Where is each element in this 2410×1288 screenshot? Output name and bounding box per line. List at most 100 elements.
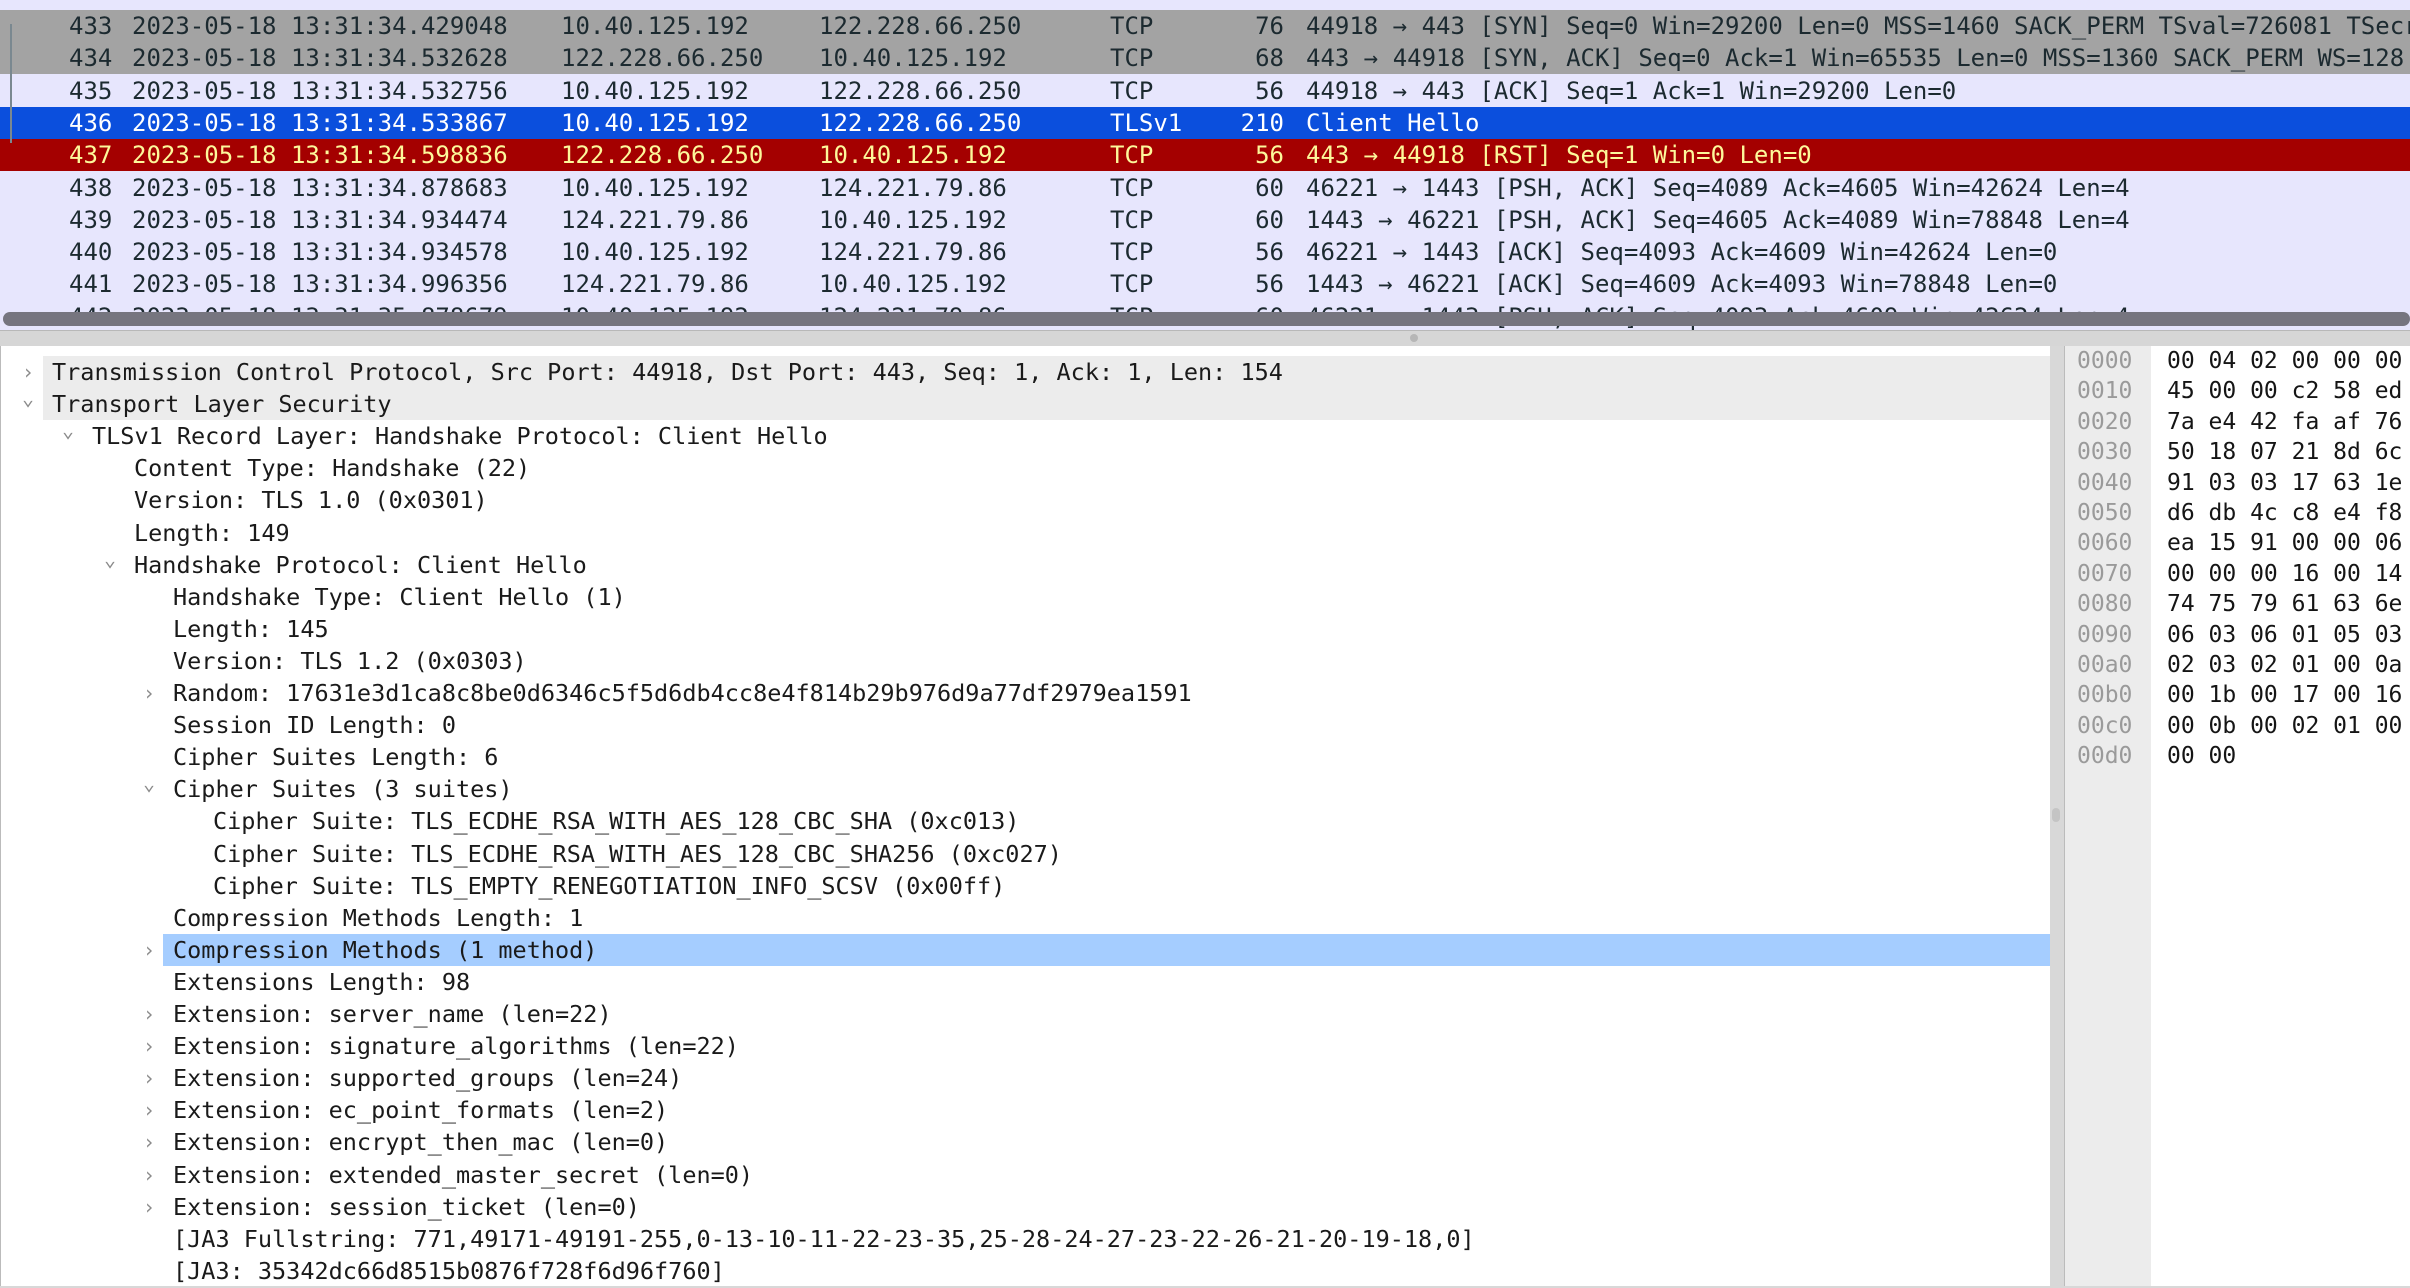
packet-row[interactable]: 441 2023-05-18 13:31:34.996356 124.221.79.…: [0, 268, 2410, 300]
tree-item[interactable]: Length: 149: [1, 517, 2050, 549]
hex-bytes[interactable]: 91 03 03 17 63 1e: [2167, 468, 2402, 498]
packet-list-scrollbar[interactable]: [3, 312, 2410, 326]
tree-item[interactable]: ⌄ Transport Layer Security: [1, 386, 2050, 421]
chevron-down-icon[interactable]: ⌄: [62, 414, 74, 446]
packet-details-pane[interactable]: › Transmission Control Protocol, Src Port…: [0, 346, 2050, 1286]
chevron-right-icon[interactable]: ›: [143, 677, 155, 709]
tree-item[interactable]: Compression Methods Length: 1: [1, 902, 2050, 934]
hex-bytes[interactable]: 00 1b 00 17 00 16: [2167, 680, 2402, 710]
hex-bytes[interactable]: 00 00 00 16 00 14: [2167, 559, 2402, 589]
tree-item[interactable]: [JA3: 35342dc66d8515b0876f728f6d96f760]: [1, 1255, 2050, 1286]
hex-offset: 0040: [2077, 469, 2133, 496]
hex-bytes[interactable]: 50 18 07 21 8d 6c: [2167, 437, 2402, 467]
tree-item[interactable]: › Extension: server_name (len=22): [1, 998, 2050, 1030]
tree-item[interactable]: Cipher Suite: TLS_ECDHE_RSA_WITH_AES_128…: [1, 838, 2050, 870]
packet-protocol: TCP: [1110, 238, 1154, 267]
tree-item[interactable]: ⌄ Handshake Protocol: Client Hello: [1, 547, 2050, 581]
packet-protocol: TCP: [1110, 141, 1154, 170]
packet-length: 76: [1255, 12, 1284, 40]
chevron-right-icon[interactable]: ›: [143, 1094, 155, 1126]
chevron-right-icon[interactable]: ›: [143, 1191, 155, 1223]
packet-row[interactable]: 439 2023-05-18 13:31:34.934474 124.221.79.…: [0, 204, 2410, 236]
tree-item[interactable]: › Extension: supported_groups (len=24): [1, 1062, 2050, 1094]
tree-item[interactable]: Length: 145: [1, 613, 2050, 645]
tree-item-label: Transport Layer Security: [52, 390, 392, 419]
packet-row[interactable]: 435 2023-05-18 13:31:34.532756 10.40.125.1…: [0, 75, 2410, 107]
packet-info: 1443 → 46221 [ACK] Seq=4609 Ack=4093 Win…: [1306, 270, 2058, 299]
tree-item[interactable]: [JA3 Fullstring: 771,49171-49191-255,0-1…: [1, 1223, 2050, 1255]
packet-row[interactable]: 440 2023-05-18 13:31:34.934578 10.40.125.1…: [0, 236, 2410, 268]
tree-item[interactable]: Version: TLS 1.2 (0x0303): [1, 645, 2050, 677]
tree-item-label: [JA3: 35342dc66d8515b0876f728f6d96f760]: [173, 1256, 725, 1285]
tree-item[interactable]: Cipher Suite: TLS_EMPTY_RENEGOTIATION_IN…: [1, 870, 2050, 902]
packet-protocol: TLSv1: [1110, 108, 1183, 137]
hex-offset: 0090: [2077, 621, 2133, 648]
chevron-right-icon[interactable]: ›: [143, 1126, 155, 1158]
details-scrollbar[interactable]: [2052, 808, 2060, 822]
hex-bytes[interactable]: 02 03 02 01 00 0a: [2167, 650, 2402, 680]
packet-row[interactable]: 437 2023-05-18 13:31:34.598836 122.228.66.…: [0, 139, 2410, 172]
packet-no: 441: [69, 270, 113, 299]
chevron-right-icon[interactable]: ›: [143, 1030, 155, 1062]
packet-length: 56: [1255, 270, 1284, 299]
packet-destination: 10.40.125.192: [819, 205, 1007, 234]
tree-item[interactable]: Version: TLS 1.0 (0x0301): [1, 484, 2050, 516]
tree-item[interactable]: › Extension: encrypt_then_mac (len=0): [1, 1126, 2050, 1158]
tree-item[interactable]: Extensions Length: 98: [1, 966, 2050, 998]
tree-item[interactable]: ⌄ Cipher Suites (3 suites): [1, 771, 2050, 805]
hex-bytes[interactable]: 06 03 06 01 05 03: [2167, 620, 2402, 650]
tree-item[interactable]: Session ID Length: 0: [1, 709, 2050, 741]
pane-splitter[interactable]: [0, 331, 2410, 346]
packet-protocol: TCP: [1110, 270, 1154, 299]
packet-row[interactable]: 438 2023-05-18 13:31:34.878683 10.40.125.1…: [0, 172, 2410, 204]
tree-item[interactable]: › Extension: ec_point_formats (len=2): [1, 1094, 2050, 1126]
tree-item-label: Extensions Length: 98: [173, 967, 471, 996]
packet-bytes-pane[interactable]: 0000 00 04 02 00 00 00 0010 45 00 00 c2 58 …: [2064, 346, 2410, 1286]
chevron-right-icon[interactable]: ›: [143, 1062, 155, 1094]
splitter-grip-icon[interactable]: [1410, 334, 1418, 342]
chevron-down-icon[interactable]: ⌄: [143, 767, 155, 799]
packet-source: 10.40.125.192: [561, 12, 749, 40]
packet-list[interactable]: 433 2023-05-18 13:31:34.429048 10.40.125.1…: [0, 0, 2410, 331]
chevron-right-icon[interactable]: ›: [143, 998, 155, 1030]
packet-info: Client Hello: [1306, 108, 1480, 137]
chevron-down-icon[interactable]: ⌄: [22, 382, 34, 414]
hex-bytes[interactable]: 00 00: [2167, 741, 2236, 771]
hex-bytes[interactable]: 74 75 79 61 63 6e: [2167, 589, 2402, 619]
packet-length: 210: [1240, 108, 1284, 137]
tree-item[interactable]: › Transmission Control Protocol, Src Port…: [1, 356, 2050, 388]
packet-destination: 10.40.125.192: [819, 141, 1007, 170]
tree-item[interactable]: Cipher Suite: TLS_ECDHE_RSA_WITH_AES_128…: [1, 805, 2050, 837]
chevron-down-icon[interactable]: ⌄: [104, 543, 116, 575]
tree-item[interactable]: ⌄ TLSv1 Record Layer: Handshake Protocol:…: [1, 418, 2050, 452]
packet-no: 440: [69, 238, 113, 267]
packet-no: 437: [69, 141, 113, 170]
tree-item-label: Transmission Control Protocol, Src Port:…: [52, 358, 1283, 386]
packet-row[interactable]: 436 2023-05-18 13:31:34.533867 10.40.125.1…: [0, 106, 2410, 139]
packet-protocol: TCP: [1110, 173, 1154, 202]
tree-item[interactable]: › Extension: extended_master_secret (len=…: [1, 1159, 2050, 1191]
hex-bytes[interactable]: 45 00 00 c2 58 ed: [2167, 376, 2402, 406]
hex-bytes[interactable]: d6 db 4c c8 e4 f8: [2167, 498, 2402, 528]
tree-item-label: Version: TLS 1.2 (0x0303): [173, 646, 527, 675]
tree-item[interactable]: › Random: 17631e3d1ca8c8be0d6346c5f5d6db4…: [1, 677, 2050, 709]
hex-bytes[interactable]: 00 04 02 00 00 00: [2167, 346, 2402, 376]
packet-destination: 122.228.66.250: [819, 12, 1022, 40]
tree-item[interactable]: Content Type: Handshake (22): [1, 452, 2050, 484]
packet-length: 60: [1255, 205, 1284, 234]
chevron-right-icon[interactable]: ›: [143, 1159, 155, 1191]
tree-item[interactable]: Handshake Type: Client Hello (1): [1, 581, 2050, 613]
hex-bytes[interactable]: 00 0b 00 02 01 00: [2167, 711, 2402, 741]
tree-item[interactable]: › Compression Methods (1 method): [1, 933, 2050, 966]
hex-bytes[interactable]: ea 15 91 00 00 06: [2167, 528, 2402, 558]
packet-row[interactable]: 434 2023-05-18 13:31:34.532628 122.228.66.…: [0, 42, 2410, 75]
tree-item[interactable]: Cipher Suites Length: 6: [1, 741, 2050, 773]
chevron-right-icon[interactable]: ›: [143, 934, 155, 966]
hex-bytes[interactable]: 7a e4 42 fa af 76: [2167, 407, 2402, 437]
tree-item[interactable]: › Extension: signature_algorithms (len=22…: [1, 1030, 2050, 1062]
packet-no: 438: [69, 173, 113, 202]
tree-item[interactable]: › Extension: session_ticket (len=0): [1, 1191, 2050, 1223]
packet-row[interactable]: 433 2023-05-18 13:31:34.429048 10.40.125.1…: [0, 10, 2410, 42]
packet-no: 434: [69, 44, 113, 73]
hex-offset: 0030: [2077, 439, 2133, 466]
